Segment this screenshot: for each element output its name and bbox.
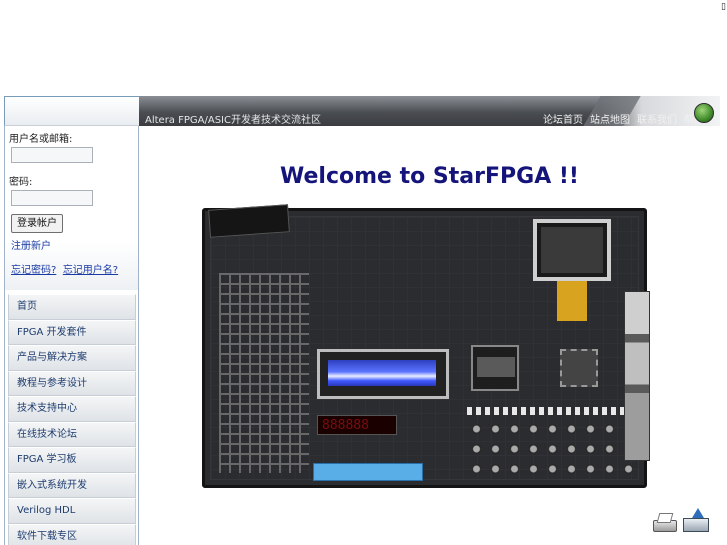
- board-button-grid: [467, 419, 635, 479]
- board-flex-cable: [557, 281, 587, 321]
- board-character-lcd: [317, 349, 449, 399]
- login-button[interactable]: 登录帐户: [11, 214, 63, 233]
- email-icon[interactable]: [682, 508, 710, 532]
- nav-item-tutorials[interactable]: 教程与参考设计: [8, 370, 136, 396]
- nav-item-downloads[interactable]: 软件下载专区: [8, 523, 136, 545]
- fpga-board-image: [202, 204, 650, 488]
- header-main-panel: Altera FPGA/ASIC开发者技术交流社区 论坛首页 站点地图 联系我们…: [139, 96, 720, 126]
- password-label: 密码:: [9, 177, 33, 188]
- top-link-contact[interactable]: 联系我们: [637, 111, 677, 126]
- board-seven-segment: [317, 415, 397, 435]
- globe-icon[interactable]: [694, 103, 714, 123]
- username-label: 用户名或邮箱:: [9, 134, 73, 145]
- login-form: 用户名或邮箱: 密码: 登录帐户 注册新户 忘记密码? 忘记用户名?: [5, 126, 138, 290]
- nav-item-products[interactable]: 产品与解决方案: [8, 345, 136, 371]
- main-content: Welcome to StarFPGA !!: [139, 126, 720, 545]
- top-link-home[interactable]: 论坛首页: [543, 111, 583, 126]
- page-title: Welcome to StarFPGA !!: [280, 164, 579, 189]
- nav-item-fpga-boards[interactable]: FPGA 学习板: [8, 447, 136, 473]
- board-led-row: [467, 407, 635, 415]
- forgot-password-link[interactable]: 忘记密码?: [11, 265, 56, 276]
- board-side-ports: [624, 291, 650, 461]
- print-icon[interactable]: [651, 512, 677, 532]
- register-link[interactable]: 注册新户: [11, 237, 134, 252]
- board-top-connector: [208, 204, 290, 238]
- main-nav: 首页 FPGA 开发套件 产品与解决方案 教程与参考设计 技术支持中心 在线技术…: [5, 294, 138, 545]
- board-fpga-chip: [471, 345, 519, 391]
- nav-item-home[interactable]: 首页: [8, 294, 136, 320]
- corner-glyph: ▯: [721, 2, 726, 12]
- top-link-sitemap[interactable]: 站点地图: [590, 111, 630, 126]
- nav-item-fpga-kits[interactable]: FPGA 开发套件: [8, 319, 136, 345]
- forgot-links: 忘记密码? 忘记用户名?: [11, 261, 134, 276]
- site-title: Altera FPGA/ASIC开发者技术交流社区: [145, 115, 321, 126]
- nav-item-verilog[interactable]: Verilog HDL: [8, 498, 136, 524]
- nav-item-support[interactable]: 技术支持中心: [8, 396, 136, 422]
- left-sidebar: 用户名或邮箱: 密码: 登录帐户 注册新户 忘记密码? 忘记用户名? 首页 FP…: [4, 126, 139, 545]
- board-secondary-chip: [560, 349, 598, 387]
- top-header-bar: Altera FPGA/ASIC开发者技术交流社区 论坛首页 站点地图 联系我们…: [4, 96, 720, 126]
- board-dip-switches: [313, 463, 423, 481]
- nav-item-forum[interactable]: 在线技术论坛: [8, 421, 136, 447]
- board-color-lcd: [533, 219, 611, 281]
- board-io-headers: [219, 273, 309, 473]
- password-input[interactable]: [11, 190, 93, 206]
- header-left-panel: [4, 96, 139, 126]
- username-input[interactable]: [11, 147, 93, 163]
- top-nav-links: 论坛首页 站点地图 联系我们 帮助: [543, 111, 704, 126]
- forgot-username-link[interactable]: 忘记用户名?: [63, 265, 118, 276]
- nav-item-embedded[interactable]: 嵌入式系统开发: [8, 472, 136, 498]
